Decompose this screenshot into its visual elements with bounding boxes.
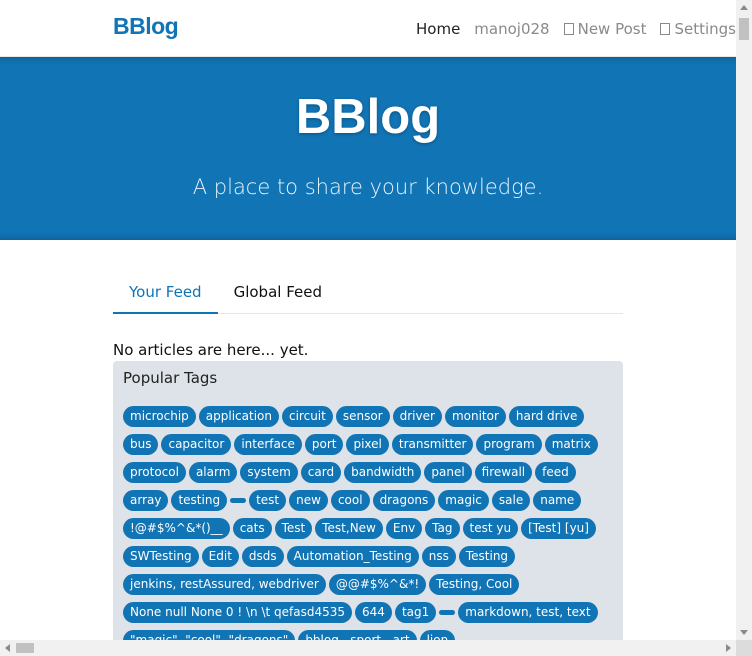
banner-subtitle: A place to share your knowledge. [192,175,544,199]
popular-tags-sidebar: Popular Tags microchip application circuit… [113,361,623,651]
nav-links: Home manoj028 New Post Settings [402,20,736,38]
scroll-thumb[interactable] [739,18,749,40]
tag-pill[interactable]: card [300,462,342,483]
edit-icon [563,23,574,35]
gear-icon [660,23,671,35]
tag-pill[interactable]: sensor [335,406,390,427]
tag-pill[interactable]: Test,New [315,518,383,539]
tag-pill[interactable]: microchip [123,406,196,427]
tag-pill[interactable]: system [240,462,298,483]
tag-pill[interactable]: !@#$%^&*()__ [123,518,230,539]
tag-pill[interactable]: jenkins, restAssured, webdriver [123,574,326,595]
tag-pill[interactable]: application [198,406,279,427]
tag-pill[interactable]: firewall [474,462,533,483]
nav-settings-label: Settings [674,20,736,38]
brand-logo[interactable]: BBlog [113,13,179,40]
tag-pill[interactable]: cats [232,518,272,539]
tag-pill[interactable]: test yu [462,518,519,539]
tab-global-feed[interactable]: Global Feed [218,272,338,314]
tag-pill[interactable]: bandwidth [344,462,422,483]
sidebar-title: Popular Tags [123,369,218,387]
tag-pill[interactable]: array [123,490,169,511]
tag-pill[interactable] [439,610,456,615]
tag-pill[interactable]: Tag [425,518,460,539]
feed-tabs: Your Feed Global Feed [113,272,623,314]
tag-pill[interactable]: port [304,434,344,455]
tag-pill[interactable]: panel [424,462,472,483]
navbar: BBlog Home manoj028 New Post Settings [0,0,736,57]
tag-pill[interactable]: circuit [282,406,333,427]
tag-list: microchip application circuit sensor driver m… [123,406,613,651]
tag-pill[interactable]: Edit [201,546,239,567]
tag-pill[interactable]: SWTesting [123,546,199,567]
horizontal-scrollbar[interactable] [0,640,736,656]
tag-pill[interactable]: transmitter [391,434,474,455]
nav-home-link[interactable]: Home [416,20,460,38]
tag-pill[interactable]: dragons [372,490,436,511]
tag-pill[interactable]: new [289,490,328,511]
tag-pill[interactable]: bus [123,434,159,455]
tag-pill[interactable]: None null None 0 ! \n \t qefasd4535 [123,602,353,623]
tab-your-feed[interactable]: Your Feed [113,272,218,314]
scroll-down-icon[interactable] [740,630,748,635]
nav-new-post-label: New Post [577,20,647,38]
tag-pill[interactable]: feed [535,462,576,483]
tag-pill[interactable]: Testing, Cool [429,574,520,595]
tag-pill[interactable] [230,498,247,503]
tag-pill[interactable]: 644 [355,602,392,623]
scroll-right-icon[interactable] [726,644,731,652]
tag-pill[interactable]: @@#$%^&*! [328,574,427,595]
tag-pill[interactable]: Automation_Testing [286,546,419,567]
scroll-up-icon[interactable] [740,5,748,10]
tag-pill[interactable]: [Test] [yu] [521,518,596,539]
tag-pill[interactable]: protocol [123,462,186,483]
tag-pill[interactable]: monitor [444,406,506,427]
hero-banner: BBlog A place to share your knowledge. [0,57,736,240]
tag-pill[interactable]: Env [385,518,423,539]
tag-pill[interactable]: markdown, test, text [458,602,598,623]
tag-pill[interactable]: sale [491,490,531,511]
tag-pill[interactable]: test [249,490,287,511]
nav-settings-link[interactable]: Settings [660,20,736,38]
tag-pill[interactable]: magic [438,490,489,511]
scrollbar-corner [736,640,752,656]
tag-pill[interactable]: testing [171,490,228,511]
tag-pill[interactable]: matrix [544,434,598,455]
banner-title: BBlog [295,90,441,144]
tag-pill[interactable]: nss [421,546,456,567]
tag-pill[interactable]: interface [234,434,302,455]
tag-pill[interactable]: Test [274,518,313,539]
nav-profile-link[interactable]: manoj028 [474,20,549,38]
tag-pill[interactable]: name [533,490,582,511]
tag-pill[interactable]: tag1 [394,602,437,623]
tag-pill[interactable]: alarm [188,462,238,483]
tag-pill[interactable]: driver [392,406,442,427]
tag-pill[interactable]: program [476,434,542,455]
tag-pill[interactable]: Testing [458,546,516,567]
empty-feed-message: No articles are here... yet. [113,341,309,359]
tag-pill[interactable]: dsds [241,546,284,567]
nav-new-post-link[interactable]: New Post [563,20,647,38]
tag-pill[interactable]: hard drive [508,406,585,427]
scroll-left-icon[interactable] [5,644,10,652]
tag-pill[interactable]: pixel [346,434,389,455]
tag-pill[interactable]: cool [330,490,370,511]
tag-pill[interactable]: capacitor [161,434,232,455]
vertical-scrollbar[interactable] [736,0,752,640]
scroll-thumb-horizontal[interactable] [16,643,34,653]
